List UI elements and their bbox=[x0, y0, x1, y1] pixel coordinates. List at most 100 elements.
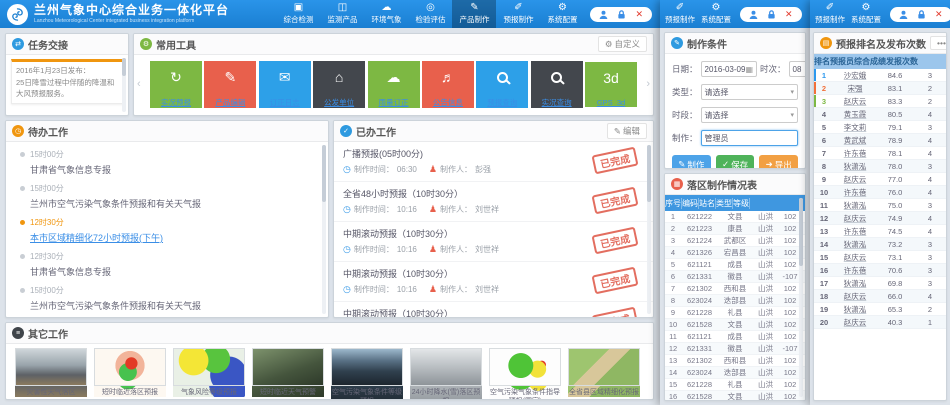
customize-button[interactable]: ⚙ 自定义 bbox=[598, 36, 647, 52]
table-row: 5 621121 成县 山洪 102 bbox=[665, 259, 805, 271]
tool-item[interactable]: 预报查询 bbox=[476, 61, 528, 108]
lock-icon[interactable] bbox=[767, 10, 776, 19]
work-thumbnail[interactable]: 空气污染气象条件指导预报(国家) bbox=[489, 348, 561, 400]
form-button[interactable]: ✓ 保存 bbox=[716, 155, 755, 169]
work-thumbnail[interactable]: 全省县区域精细化预报 bbox=[568, 348, 640, 397]
nav-item[interactable]: ☁ 环境气象 bbox=[364, 0, 408, 28]
todo-item-title[interactable]: 甘肃省气象信息专报 bbox=[30, 163, 318, 176]
tool-item[interactable]: ✉ 订正日志 bbox=[259, 61, 311, 108]
cell-forecaster[interactable]: 赵庆云 bbox=[834, 317, 876, 328]
cell-count: 3 bbox=[914, 201, 946, 210]
todo-item[interactable]: 15时00分 兰州市空气污染气象条件预报和有关天气报 bbox=[20, 282, 318, 316]
todo-icon: ◷ bbox=[12, 125, 24, 137]
done-item[interactable]: 广播预报(05时00分) ◷ 制作时间： 06:30 ♟ 制作人： 彭强 bbox=[334, 142, 653, 182]
nav-item[interactable]: ▣ 综合检测 bbox=[276, 0, 320, 28]
work-thumbnail[interactable]: 气象风险等级预报 bbox=[173, 348, 245, 397]
cell-forecaster[interactable]: 赵庆云 bbox=[834, 213, 876, 224]
work-thumbnail[interactable]: 短时临近落区预报 bbox=[94, 348, 166, 397]
cell-forecaster[interactable]: 狄潇泓 bbox=[834, 161, 876, 172]
nav-item[interactable]: ⚙ 系统配置 bbox=[540, 0, 584, 28]
nav-item[interactable]: ✐ 预报制作 bbox=[662, 0, 698, 28]
work-thumbnail[interactable]: 短时临近天气预警 bbox=[252, 348, 324, 397]
close-icon[interactable]: ✕ bbox=[935, 10, 943, 19]
done-item[interactable]: 中期滚动预报（10时30分） ◷ 制作时间： 10:16 ♟ 制作人： 刘世祥 bbox=[334, 262, 653, 302]
tool-item[interactable]: ↻ 实况预报 bbox=[150, 61, 202, 108]
cell-forecaster[interactable]: 赵庆云 bbox=[834, 252, 876, 263]
period-select[interactable]: 请选择 ▾ bbox=[701, 107, 798, 123]
done-scrollbar[interactable] bbox=[647, 145, 651, 314]
user-icon[interactable] bbox=[599, 10, 608, 19]
make-time-label: 制作时间： bbox=[354, 164, 394, 175]
cell-forecaster[interactable]: 许东蓓 bbox=[834, 265, 876, 276]
cell-forecaster[interactable]: 李文莉 bbox=[834, 122, 876, 133]
cell-forecaster[interactable]: 黄玉霞 bbox=[834, 109, 876, 120]
done-item[interactable]: 中期滚动预报（10时30分） ◷ 制作时间： 10:16 ♟ 制作人： 刘世祥 bbox=[334, 222, 653, 262]
nav-item[interactable]: ✎ 产品制作 bbox=[452, 0, 496, 28]
todo-item-title[interactable]: 甘肃省气象信息专报 bbox=[30, 265, 318, 278]
task-scrollbar[interactable] bbox=[122, 58, 126, 112]
todo-item[interactable]: 12时30分 本市区域精细化72小时预报(下午) bbox=[20, 214, 318, 248]
type-select[interactable]: 请选择 ▾ bbox=[701, 84, 798, 100]
work-thumbnail[interactable]: 24小时降水(雪)落区预报 bbox=[410, 348, 482, 400]
cell-forecaster[interactable]: 许东蓓 bbox=[834, 187, 876, 198]
work-thumbnail[interactable]: 空气污染气象条件等级预报 bbox=[331, 348, 403, 400]
todo-item-title[interactable]: 兰州市空气污染气象条件预报和有关天气报 bbox=[30, 197, 318, 210]
prev-arrow-icon[interactable]: ‹ bbox=[137, 78, 141, 90]
cell-forecaster[interactable]: 狄潇泓 bbox=[834, 200, 876, 211]
next-arrow-icon[interactable]: › bbox=[646, 78, 650, 90]
tool-item[interactable]: ✎ 产品编辑 bbox=[204, 61, 256, 108]
area-table-scrollbar[interactable] bbox=[799, 198, 803, 397]
tool-item[interactable]: ♬ 公告信息 bbox=[422, 61, 474, 108]
nav-item[interactable]: ✐ 预报制作 bbox=[812, 0, 848, 28]
done-item[interactable]: 中期滚动预报（10时30分） ◷ 制作时间： 10:16 ♟ 制作人： 刘世祥 bbox=[334, 302, 653, 318]
cell-score: 75.0 bbox=[876, 201, 914, 210]
cell-forecaster[interactable]: 赵庆云 bbox=[834, 96, 876, 107]
cell-rank: 1 bbox=[814, 71, 834, 80]
tool-item[interactable]: 实况查询 bbox=[531, 61, 583, 108]
todo-scrollbar[interactable] bbox=[322, 145, 326, 314]
todo-item-title[interactable]: 本市区域精细化72小时预报(下午) bbox=[30, 231, 318, 244]
cell-forecaster[interactable]: 狄潇泓 bbox=[834, 278, 876, 289]
cell-forecaster[interactable]: 宋强 bbox=[834, 83, 876, 94]
cell-forecaster[interactable]: 赵庆云 bbox=[834, 291, 876, 302]
tool-circle bbox=[540, 61, 573, 94]
cell-forecaster[interactable]: 狄潇泓 bbox=[834, 304, 876, 315]
lock-icon[interactable] bbox=[917, 10, 926, 19]
cell-forecaster[interactable]: 许东蓓 bbox=[834, 148, 876, 159]
more-button[interactable]: ••• bbox=[930, 36, 947, 50]
nav-item[interactable]: ◫ 监测产品 bbox=[320, 0, 364, 28]
todo-item[interactable]: 12时30分 甘肃省气象信息专报 bbox=[20, 248, 318, 282]
lock-icon[interactable] bbox=[617, 10, 626, 19]
done-item[interactable]: 全省48小时预报（10时30分） ◷ 制作时间： 10:16 ♟ 制作人： 刘世… bbox=[334, 182, 653, 222]
edit-button[interactable]: ✎ 编辑 bbox=[607, 123, 647, 139]
cell-forecaster[interactable]: 许东蓓 bbox=[834, 226, 876, 237]
todo-item[interactable]: 15时00分 甘肃省气象信息专报 bbox=[20, 146, 318, 180]
tool-item[interactable]: 3d GPS_3d bbox=[585, 62, 637, 107]
edit-icon: ✎ bbox=[614, 126, 621, 137]
nav-item[interactable]: ⚙ 系统配置 bbox=[848, 0, 884, 28]
nav-item[interactable]: ✐ 预报制作 bbox=[496, 0, 540, 28]
user-icon[interactable] bbox=[899, 10, 908, 19]
tool-item[interactable]: ⌂ 公发单位 bbox=[313, 61, 365, 108]
close-icon[interactable]: ✕ bbox=[785, 10, 793, 19]
maker-input[interactable]: 管理员 bbox=[701, 130, 798, 146]
tool-icon: ⌂ bbox=[335, 70, 343, 84]
work-thumbnail[interactable]: 灾害性天气落区 bbox=[15, 348, 87, 397]
nav-item[interactable]: ◎ 检验评估 bbox=[408, 0, 452, 28]
cell-forecaster[interactable]: 黄武斌 bbox=[834, 135, 876, 146]
form-button[interactable]: ✎ 制作 bbox=[672, 155, 711, 169]
cell-forecaster[interactable]: 沙宏娥 bbox=[834, 70, 876, 81]
tool-item[interactable]: ☁ 雨量订正 bbox=[368, 61, 420, 108]
todo-item-title[interactable]: 兰州市空气污染气象条件预报和有关天气报 bbox=[30, 299, 318, 312]
cell-level: 102 bbox=[779, 236, 801, 245]
todo-item[interactable]: 15时00分 兰州市空气污染气象条件预报和有关天气报 bbox=[20, 180, 318, 214]
close-icon[interactable]: ✕ bbox=[635, 10, 643, 19]
form-button[interactable]: ➜ 导出 bbox=[759, 155, 798, 169]
cell-forecaster[interactable]: 赵庆云 bbox=[834, 174, 876, 185]
todo-item[interactable]: 12时30分 本市区域精细化72小时预报(下午) bbox=[20, 316, 318, 318]
nav-item[interactable]: ⚙ 系统配置 bbox=[698, 0, 734, 28]
user-icon[interactable] bbox=[749, 10, 758, 19]
hour-select[interactable]: 08 ▾ bbox=[789, 61, 806, 77]
date-input[interactable]: 2016-03-09 ▦ bbox=[701, 61, 757, 77]
cell-forecaster[interactable]: 狄潇泓 bbox=[834, 239, 876, 250]
